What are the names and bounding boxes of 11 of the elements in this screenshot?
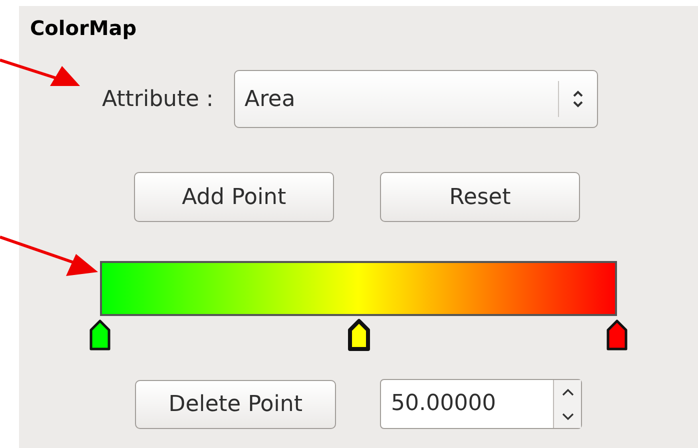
attribute-dropdown[interactable]: Area [234,70,598,128]
color-stop-handle[interactable] [605,318,629,352]
action-button[interactable]: Reset [380,172,580,222]
up-down-chevron-icon [570,88,585,110]
position-spinbox[interactable]: 50.00000 [380,379,582,429]
action-button[interactable]: Add Point [134,172,334,222]
attribute-label: Attribute : [102,86,214,114]
color-stop-handle[interactable] [88,318,112,352]
panel-title: ColorMap [30,15,138,42]
color-stop-handle[interactable] [346,318,370,352]
delete-point-button[interactable]: Delete Point [135,380,336,428]
